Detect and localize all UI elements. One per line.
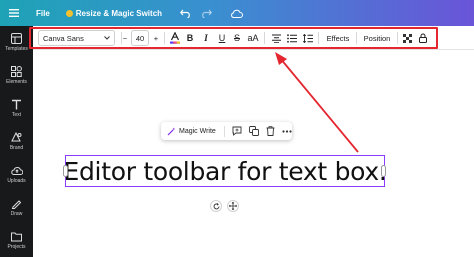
annotation-arrow — [275, 52, 359, 153]
canva-editor: File Resize & Magic Switch Templates Ele… — [0, 0, 474, 257]
